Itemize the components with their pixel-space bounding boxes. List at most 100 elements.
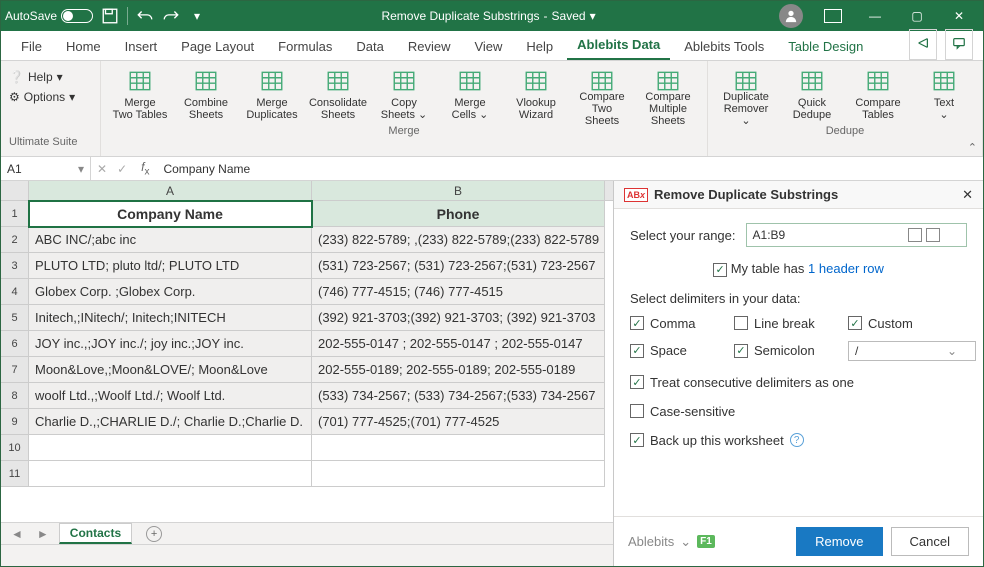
help-button[interactable]: ❔Help▾ xyxy=(9,67,63,87)
cell-b4[interactable]: (746) 777-4515; (746) 777-4515 xyxy=(312,279,605,305)
name-box[interactable]: A1▾ xyxy=(1,157,91,180)
panel-close-icon[interactable]: ✕ xyxy=(962,187,973,203)
row-head[interactable]: 5 xyxy=(1,305,29,331)
row-head[interactable]: 1 xyxy=(1,201,29,227)
qat-customize-icon[interactable]: ▾ xyxy=(188,7,206,25)
col-head-b[interactable]: B xyxy=(312,181,605,200)
cell-b9[interactable]: (701) 777-4525;(701) 777-4525 xyxy=(312,409,605,435)
tab-help[interactable]: Help xyxy=(516,33,563,60)
cell-b3[interactable]: (531) 723-2567; (531) 723-2567;(531) 723… xyxy=(312,253,605,279)
delim-custom-checkbox[interactable] xyxy=(848,316,862,330)
cell-a5[interactable]: Initech,;INitech/; Initech;INITECH xyxy=(29,305,312,331)
cell-b10[interactable] xyxy=(312,435,605,461)
cell-a1[interactable]: Company Name xyxy=(29,201,312,227)
help-icon[interactable]: ? xyxy=(790,433,804,447)
tab-ablebits-data[interactable]: Ablebits Data xyxy=(567,31,670,60)
has-headers-checkbox[interactable] xyxy=(713,263,727,277)
select-all-corner[interactable] xyxy=(1,181,29,200)
fx-icon[interactable]: fx xyxy=(133,160,157,177)
redo-icon[interactable] xyxy=(162,7,180,25)
tab-insert[interactable]: Insert xyxy=(115,33,168,60)
row-head[interactable]: 7 xyxy=(1,357,29,383)
tab-data[interactable]: Data xyxy=(346,33,393,60)
ribbon-copy-sheets-[interactable]: CopySheets ⌄ xyxy=(372,65,436,123)
row-head[interactable]: 2 xyxy=(1,227,29,253)
ribbon-quick-dedupe[interactable]: QuickDedupe xyxy=(780,65,844,123)
row-head[interactable]: 10 xyxy=(1,435,29,461)
tab-formulas[interactable]: Formulas xyxy=(268,33,342,60)
select-range-icon[interactable] xyxy=(908,228,922,242)
cell-a7[interactable]: Moon&Love,;Moon&LOVE/; Moon&Love xyxy=(29,357,312,383)
row-head[interactable]: 4 xyxy=(1,279,29,305)
cell-b1[interactable]: Phone xyxy=(312,201,605,227)
new-sheet-button[interactable]: + xyxy=(146,526,162,542)
ribbon-compare-tables[interactable]: CompareTables xyxy=(846,65,910,123)
range-input[interactable]: A1:B9 xyxy=(746,223,967,247)
ribbon-display-button[interactable] xyxy=(813,1,853,31)
sheet-tab-contacts[interactable]: Contacts xyxy=(59,523,132,544)
custom-delim-input[interactable]: /⌄ xyxy=(848,341,976,361)
sheet-nav-prev[interactable]: ◄ xyxy=(7,527,27,541)
cell-b11[interactable] xyxy=(312,461,605,487)
autosave-toggle[interactable] xyxy=(61,9,93,23)
ribbon-compare-two-sheets[interactable]: CompareTwo Sheets xyxy=(570,65,634,123)
cell-a8[interactable]: woolf Ltd.,;Woolf Ltd./; Woolf Ltd. xyxy=(29,383,312,409)
sheet-nav-next[interactable]: ► xyxy=(33,527,53,541)
ribbon-text-[interactable]: Text⌄ xyxy=(912,65,976,123)
ribbon-combine-sheets[interactable]: CombineSheets xyxy=(174,65,238,123)
comments-icon[interactable] xyxy=(945,29,973,60)
ribbon-merge-duplicates[interactable]: MergeDuplicates xyxy=(240,65,304,123)
col-head-a[interactable]: A xyxy=(29,181,312,200)
tab-home[interactable]: Home xyxy=(56,33,111,60)
row-head[interactable]: 11 xyxy=(1,461,29,487)
accept-formula-icon[interactable]: ✓ xyxy=(117,162,127,176)
cell-a10[interactable] xyxy=(29,435,312,461)
brand-label[interactable]: Ablebits⌄ F1 xyxy=(628,534,715,550)
save-icon[interactable] xyxy=(101,7,119,25)
backup-checkbox[interactable] xyxy=(630,433,644,447)
delim-semicolon-checkbox[interactable] xyxy=(734,344,748,358)
ribbon-vlookup-wizard[interactable]: VlookupWizard xyxy=(504,65,568,123)
delim-comma-checkbox[interactable] xyxy=(630,316,644,330)
cell-b2[interactable]: (233) 822-5789; ,(233) 822-5789;(233) 82… xyxy=(312,227,605,253)
header-rows-link[interactable]: 1 header row xyxy=(808,261,884,276)
delim-linebreak-checkbox[interactable] xyxy=(734,316,748,330)
tab-ablebits-tools[interactable]: Ablebits Tools xyxy=(674,33,774,60)
f1-help-badge[interactable]: F1 xyxy=(697,535,715,548)
cell-b6[interactable]: 202-555-0147 ; 202-555-0147 ; 202-555-01… xyxy=(312,331,605,357)
delim-space-checkbox[interactable] xyxy=(630,344,644,358)
options-button[interactable]: ⚙Options▾ xyxy=(9,87,75,107)
tab-page-layout[interactable]: Page Layout xyxy=(171,33,264,60)
tab-review[interactable]: Review xyxy=(398,33,461,60)
case-sensitive-checkbox[interactable] xyxy=(630,404,644,418)
share-icon[interactable] xyxy=(909,29,937,60)
expand-range-icon[interactable] xyxy=(926,228,940,242)
consecutive-checkbox[interactable] xyxy=(630,375,644,389)
user-avatar[interactable] xyxy=(771,1,811,31)
cell-b8[interactable]: (533) 734-2567; (533) 734-2567;(533) 734… xyxy=(312,383,605,409)
formula-input[interactable]: Company Name xyxy=(157,162,983,176)
tab-file[interactable]: File xyxy=(11,33,52,60)
cancel-button[interactable]: Cancel xyxy=(891,527,969,556)
row-head[interactable]: 3 xyxy=(1,253,29,279)
minimize-button[interactable]: — xyxy=(855,1,895,31)
undo-icon[interactable] xyxy=(136,7,154,25)
ribbon-merge-cells-[interactable]: MergeCells ⌄ xyxy=(438,65,502,123)
title-dropdown-icon[interactable]: ▾ xyxy=(590,9,596,23)
ribbon-merge-two-tables[interactable]: MergeTwo Tables xyxy=(108,65,172,123)
cell-a3[interactable]: PLUTO LTD; pluto ltd/; PLUTO LTD xyxy=(29,253,312,279)
row-head[interactable]: 8 xyxy=(1,383,29,409)
ribbon-duplicate-remover-[interactable]: DuplicateRemover ⌄ xyxy=(714,65,778,123)
cell-a9[interactable]: Charlie D.,;CHARLIE D./; Charlie D.;Char… xyxy=(29,409,312,435)
cell-a6[interactable]: JOY inc.,;JOY inc./; joy inc.;JOY inc. xyxy=(29,331,312,357)
cell-a11[interactable] xyxy=(29,461,312,487)
tab-table-design[interactable]: Table Design xyxy=(778,33,873,60)
cell-a2[interactable]: ABC INC/;abc inc xyxy=(29,227,312,253)
maximize-button[interactable]: ▢ xyxy=(897,1,937,31)
tab-view[interactable]: View xyxy=(464,33,512,60)
cell-a4[interactable]: Globex Corp. ;Globex Corp. xyxy=(29,279,312,305)
row-head[interactable]: 6 xyxy=(1,331,29,357)
collapse-ribbon-icon[interactable]: ⌃ xyxy=(968,141,977,154)
ribbon-compare-multiple-sheets[interactable]: CompareMultiple Sheets xyxy=(636,65,700,123)
ribbon-consolidate-sheets[interactable]: ConsolidateSheets xyxy=(306,65,370,123)
